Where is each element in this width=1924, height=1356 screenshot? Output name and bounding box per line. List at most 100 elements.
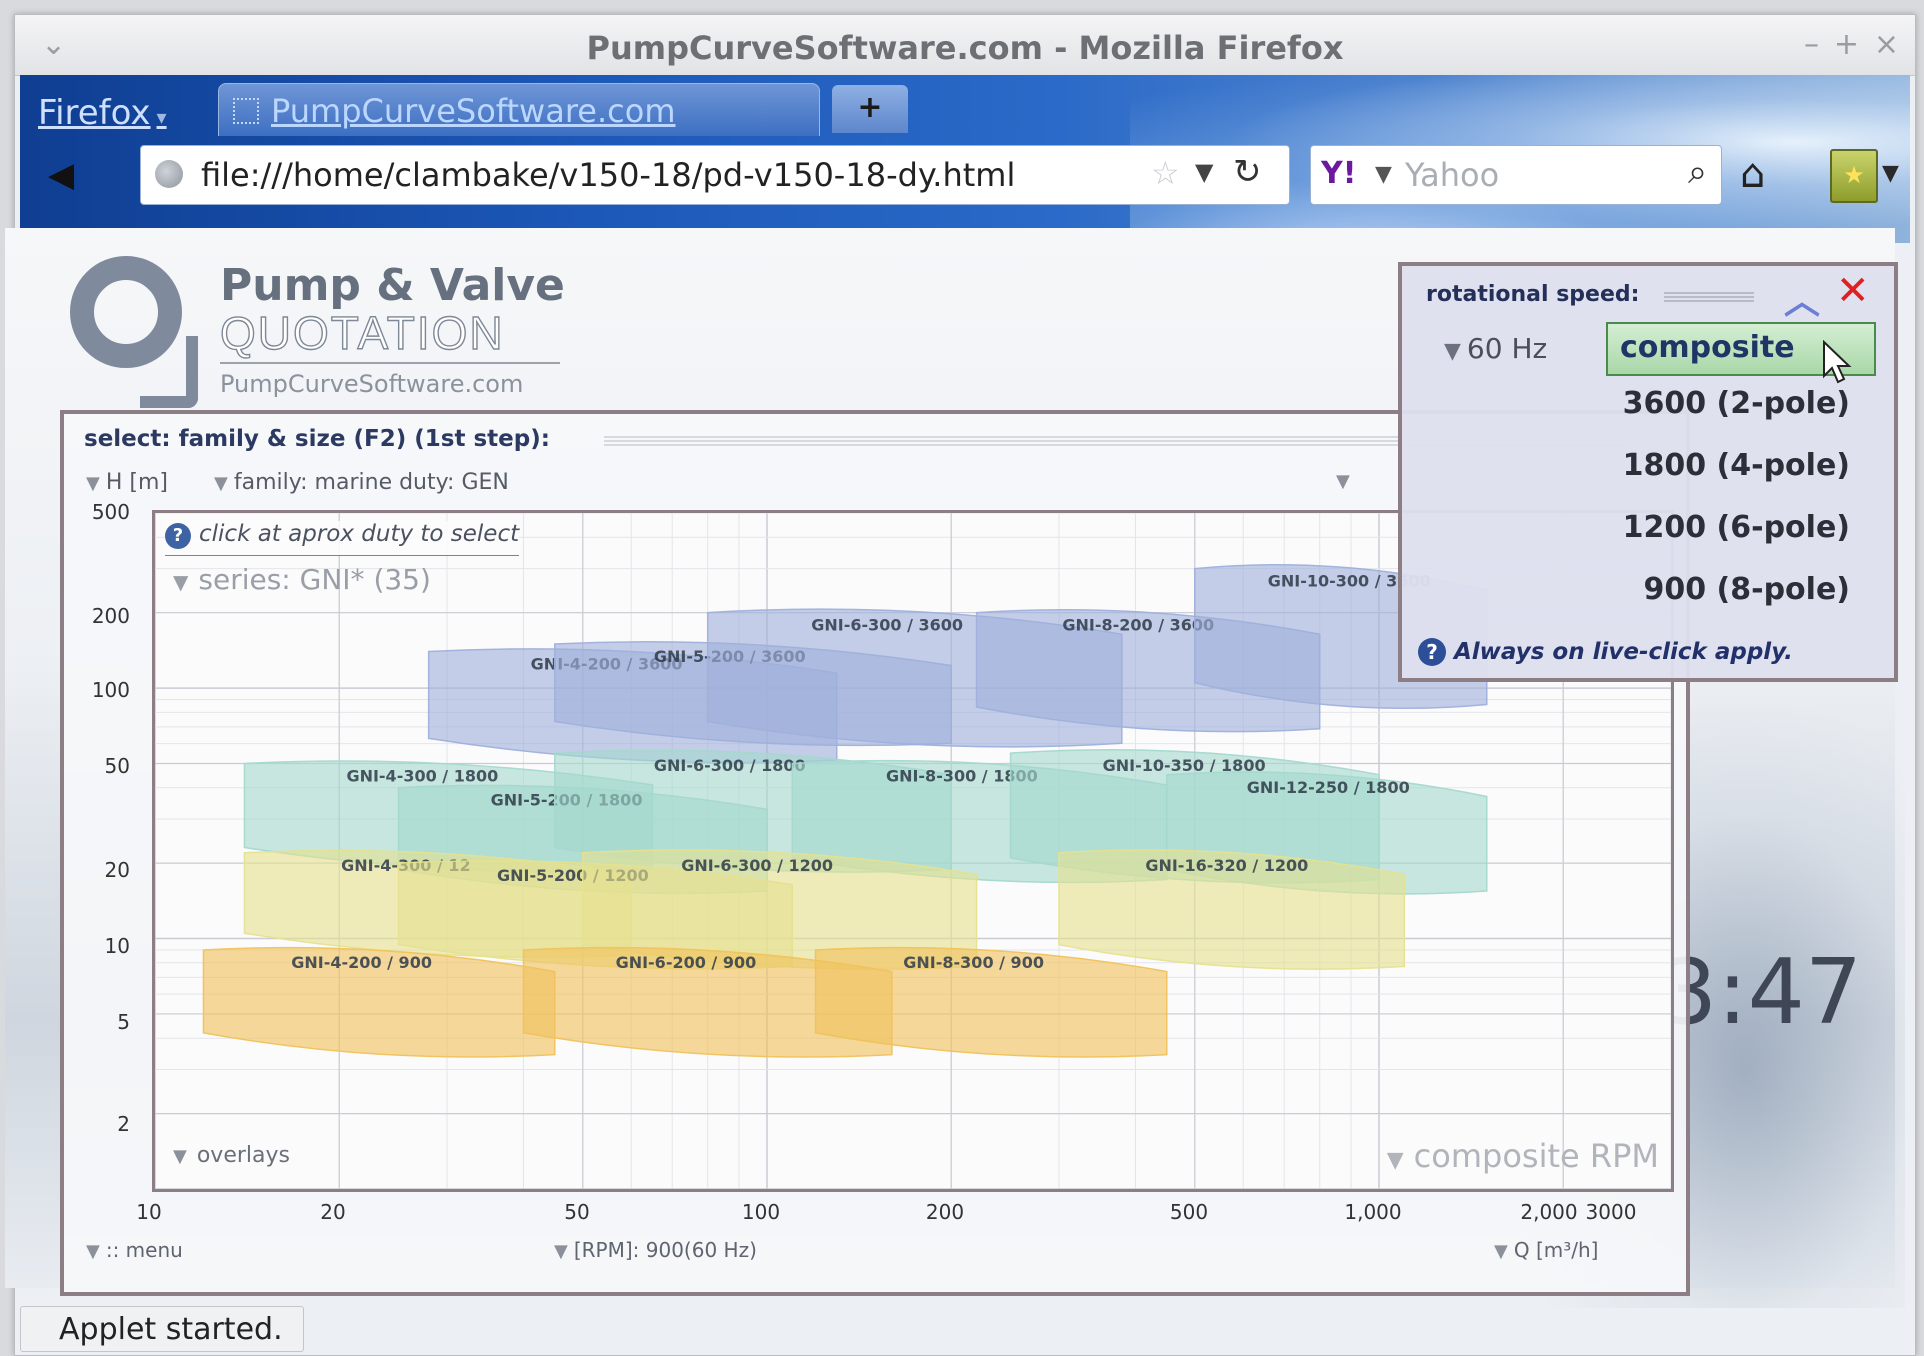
tab-label: PumpCurveSoftware.com bbox=[271, 92, 676, 130]
company-logo: Pump & Valve QUOTATION PumpCurveSoftware… bbox=[70, 250, 590, 410]
y-unit-dropdown[interactable]: ▼ H [m] bbox=[86, 470, 168, 495]
collapse-chevron-up-icon[interactable]: ︿ bbox=[1784, 272, 1820, 324]
panel-title-divider bbox=[1664, 292, 1754, 302]
search-icon[interactable]: ⌕ bbox=[1688, 152, 1707, 192]
help-icon[interactable]: ? bbox=[165, 523, 191, 549]
region-label: GNI-6-200 / 900 bbox=[616, 953, 757, 972]
bookmarks-button[interactable]: ★ bbox=[1830, 149, 1878, 203]
bookmarks-icon: ★ bbox=[1843, 161, 1865, 189]
x-tick-label: 10 bbox=[136, 1200, 162, 1224]
help-icon[interactable]: ? bbox=[1418, 638, 1446, 666]
y-tick-label: 500 bbox=[91, 500, 130, 524]
region-label: GNI-6-300 / 1200 bbox=[681, 856, 833, 875]
firefox-menu-button[interactable]: Firefox ▾ bbox=[38, 93, 167, 133]
url-history-dropdown-icon[interactable]: ▼ bbox=[1195, 158, 1213, 186]
x-tick-label: 50 bbox=[564, 1200, 590, 1224]
overlays-dropdown[interactable]: ▼ overlays bbox=[173, 1143, 290, 1168]
menu-label: :: menu bbox=[105, 1238, 183, 1262]
status-bar: Applet started. bbox=[20, 1306, 304, 1352]
x-tick-label: 20 bbox=[320, 1200, 346, 1224]
region-label: GNI-8-300 / 900 bbox=[903, 953, 1044, 972]
rotational-speed-title: rotational speed: bbox=[1426, 282, 1640, 307]
logo-divider bbox=[220, 362, 560, 364]
logo-subtitle: QUOTATION bbox=[219, 306, 505, 359]
speed-option-1200[interactable]: 1200 (6-pole) bbox=[1623, 510, 1850, 545]
menu-dropdown[interactable]: ▼:: menu bbox=[86, 1238, 183, 1262]
triangle-down-icon: ▼ bbox=[173, 1146, 187, 1167]
x-tick-label: 500 bbox=[1169, 1200, 1209, 1224]
reload-icon[interactable]: ↻ bbox=[1233, 152, 1262, 192]
q-unit-label: Q [m³/h] bbox=[1513, 1238, 1599, 1262]
window-title: PumpCurveSoftware.com - Mozilla Firefox bbox=[586, 29, 1344, 67]
y-tick-label: 10 bbox=[104, 934, 130, 958]
region-label: GNI-6-300 / 3600 bbox=[811, 616, 963, 635]
live-click-note-text: Always on live-click apply. bbox=[1454, 639, 1793, 665]
logo-site: PumpCurveSoftware.com bbox=[220, 370, 524, 398]
triangle-down-icon: ▼ bbox=[1444, 339, 1461, 364]
browser-chrome: Firefox ▾ PumpCurveSoftware.com + ◀ file:… bbox=[20, 75, 1910, 243]
speed-option-3600[interactable]: 3600 (2-pole) bbox=[1623, 386, 1850, 421]
x-tick-label: 1,000 bbox=[1344, 1200, 1402, 1224]
page-favicon-icon bbox=[233, 98, 259, 124]
x-tick-label: 100 bbox=[741, 1200, 781, 1224]
close-icon[interactable]: ✕ bbox=[1836, 268, 1870, 314]
firefox-menu-label: Firefox bbox=[38, 93, 151, 133]
region-label: GNI-6-300 / 1800 bbox=[654, 756, 806, 775]
family-dropdown[interactable]: ▼ family: marine duty: GEN bbox=[214, 470, 509, 495]
composite-rpm-dropdown[interactable]: ▼ composite RPM bbox=[1387, 1137, 1659, 1175]
mouse-pointer-icon bbox=[1823, 340, 1852, 384]
navigation-toolbar: ◀ file:///home/clambake/v150-18/pd-v150-… bbox=[20, 135, 1910, 243]
series-dropdown[interactable]: ▼ series: GNI* (35) bbox=[173, 563, 431, 596]
desktop-clock: 3:47 bbox=[1660, 940, 1863, 1045]
search-bar[interactable]: Y! ▼ ⌕ bbox=[1310, 145, 1722, 205]
search-engine-logo[interactable]: Y! bbox=[1321, 156, 1356, 191]
url-bar[interactable]: file:///home/clambake/v150-18/pd-v150-18… bbox=[140, 145, 1290, 205]
back-arrow-icon[interactable]: ◀ bbox=[48, 155, 74, 195]
triangle-down-icon: ▼ bbox=[86, 473, 100, 494]
bookmark-star-icon[interactable]: ☆ bbox=[1151, 154, 1180, 192]
tab-pumpcurvesoftware[interactable]: PumpCurveSoftware.com bbox=[218, 83, 820, 136]
triangle-down-icon: ▼ bbox=[554, 1241, 568, 1262]
speed-option-1800[interactable]: 1800 (4-pole) bbox=[1623, 448, 1850, 483]
x-tick-label: 200 bbox=[925, 1200, 965, 1224]
globe-icon bbox=[155, 160, 183, 188]
series-label: series: GNI* (35) bbox=[198, 563, 431, 596]
overlays-label: overlays bbox=[196, 1143, 290, 1168]
region-label: GNI-4-200 / 900 bbox=[291, 953, 432, 972]
triangle-down-icon: ▼ bbox=[173, 570, 189, 594]
chart-help-text: click at aprox duty to select bbox=[199, 521, 520, 547]
home-icon[interactable]: ⌂ bbox=[1740, 151, 1765, 197]
url-text[interactable]: file:///home/clambake/v150-18/pd-v150-18… bbox=[201, 156, 1015, 194]
search-input[interactable] bbox=[1403, 154, 1647, 196]
new-tab-button[interactable]: + bbox=[832, 85, 908, 133]
live-click-note: ? Always on live-click apply. bbox=[1418, 638, 1793, 666]
bookmarks-dropdown-icon[interactable]: ▼ bbox=[1882, 161, 1899, 186]
chevron-down-icon: ▾ bbox=[156, 105, 167, 129]
y-tick-label: 5 bbox=[117, 1010, 130, 1034]
engine-dropdown-icon[interactable]: ▼ bbox=[1375, 162, 1392, 187]
window-titlebar: ⌄ PumpCurveSoftware.com - Mozilla Firefo… bbox=[15, 15, 1915, 76]
region-label: GNI-16-320 / 1200 bbox=[1145, 856, 1308, 875]
y-tick-label: 100 bbox=[91, 678, 130, 702]
y-tick-label: 2 bbox=[117, 1112, 130, 1136]
region-label: GNI-4-300 / 1800 bbox=[346, 766, 498, 785]
composite-rpm-label: composite RPM bbox=[1413, 1137, 1659, 1175]
rpm-dropdown[interactable]: ▼ [RPM]: 900(60 Hz) bbox=[554, 1238, 757, 1262]
logo-title: Pump & Valve bbox=[220, 260, 565, 311]
region-label: GNI-12-250 / 1800 bbox=[1247, 778, 1410, 797]
maximize-button[interactable]: + bbox=[1834, 27, 1859, 62]
region-label: GNI-8-200 / 3600 bbox=[1062, 616, 1214, 635]
right-dropdown[interactable]: ▼ bbox=[1336, 468, 1356, 493]
speed-option-900[interactable]: 900 (8-pole) bbox=[1643, 572, 1850, 607]
logo-q-tail bbox=[140, 336, 198, 408]
y-tick-label: 50 bbox=[104, 754, 130, 778]
frequency-dropdown[interactable]: ▼ 60 Hz bbox=[1444, 332, 1547, 365]
q-unit-dropdown[interactable]: ▼ Q [m³/h] bbox=[1494, 1238, 1598, 1262]
frequency-label: 60 Hz bbox=[1466, 332, 1548, 365]
y-unit-label: H [m] bbox=[105, 470, 168, 495]
close-window-button[interactable]: × bbox=[1874, 27, 1899, 62]
minimize-button[interactable]: – bbox=[1804, 27, 1819, 62]
triangle-down-icon: ▼ bbox=[1494, 1241, 1508, 1262]
y-tick-label: 200 bbox=[91, 604, 130, 628]
family-label: family: marine duty: GEN bbox=[233, 470, 509, 495]
